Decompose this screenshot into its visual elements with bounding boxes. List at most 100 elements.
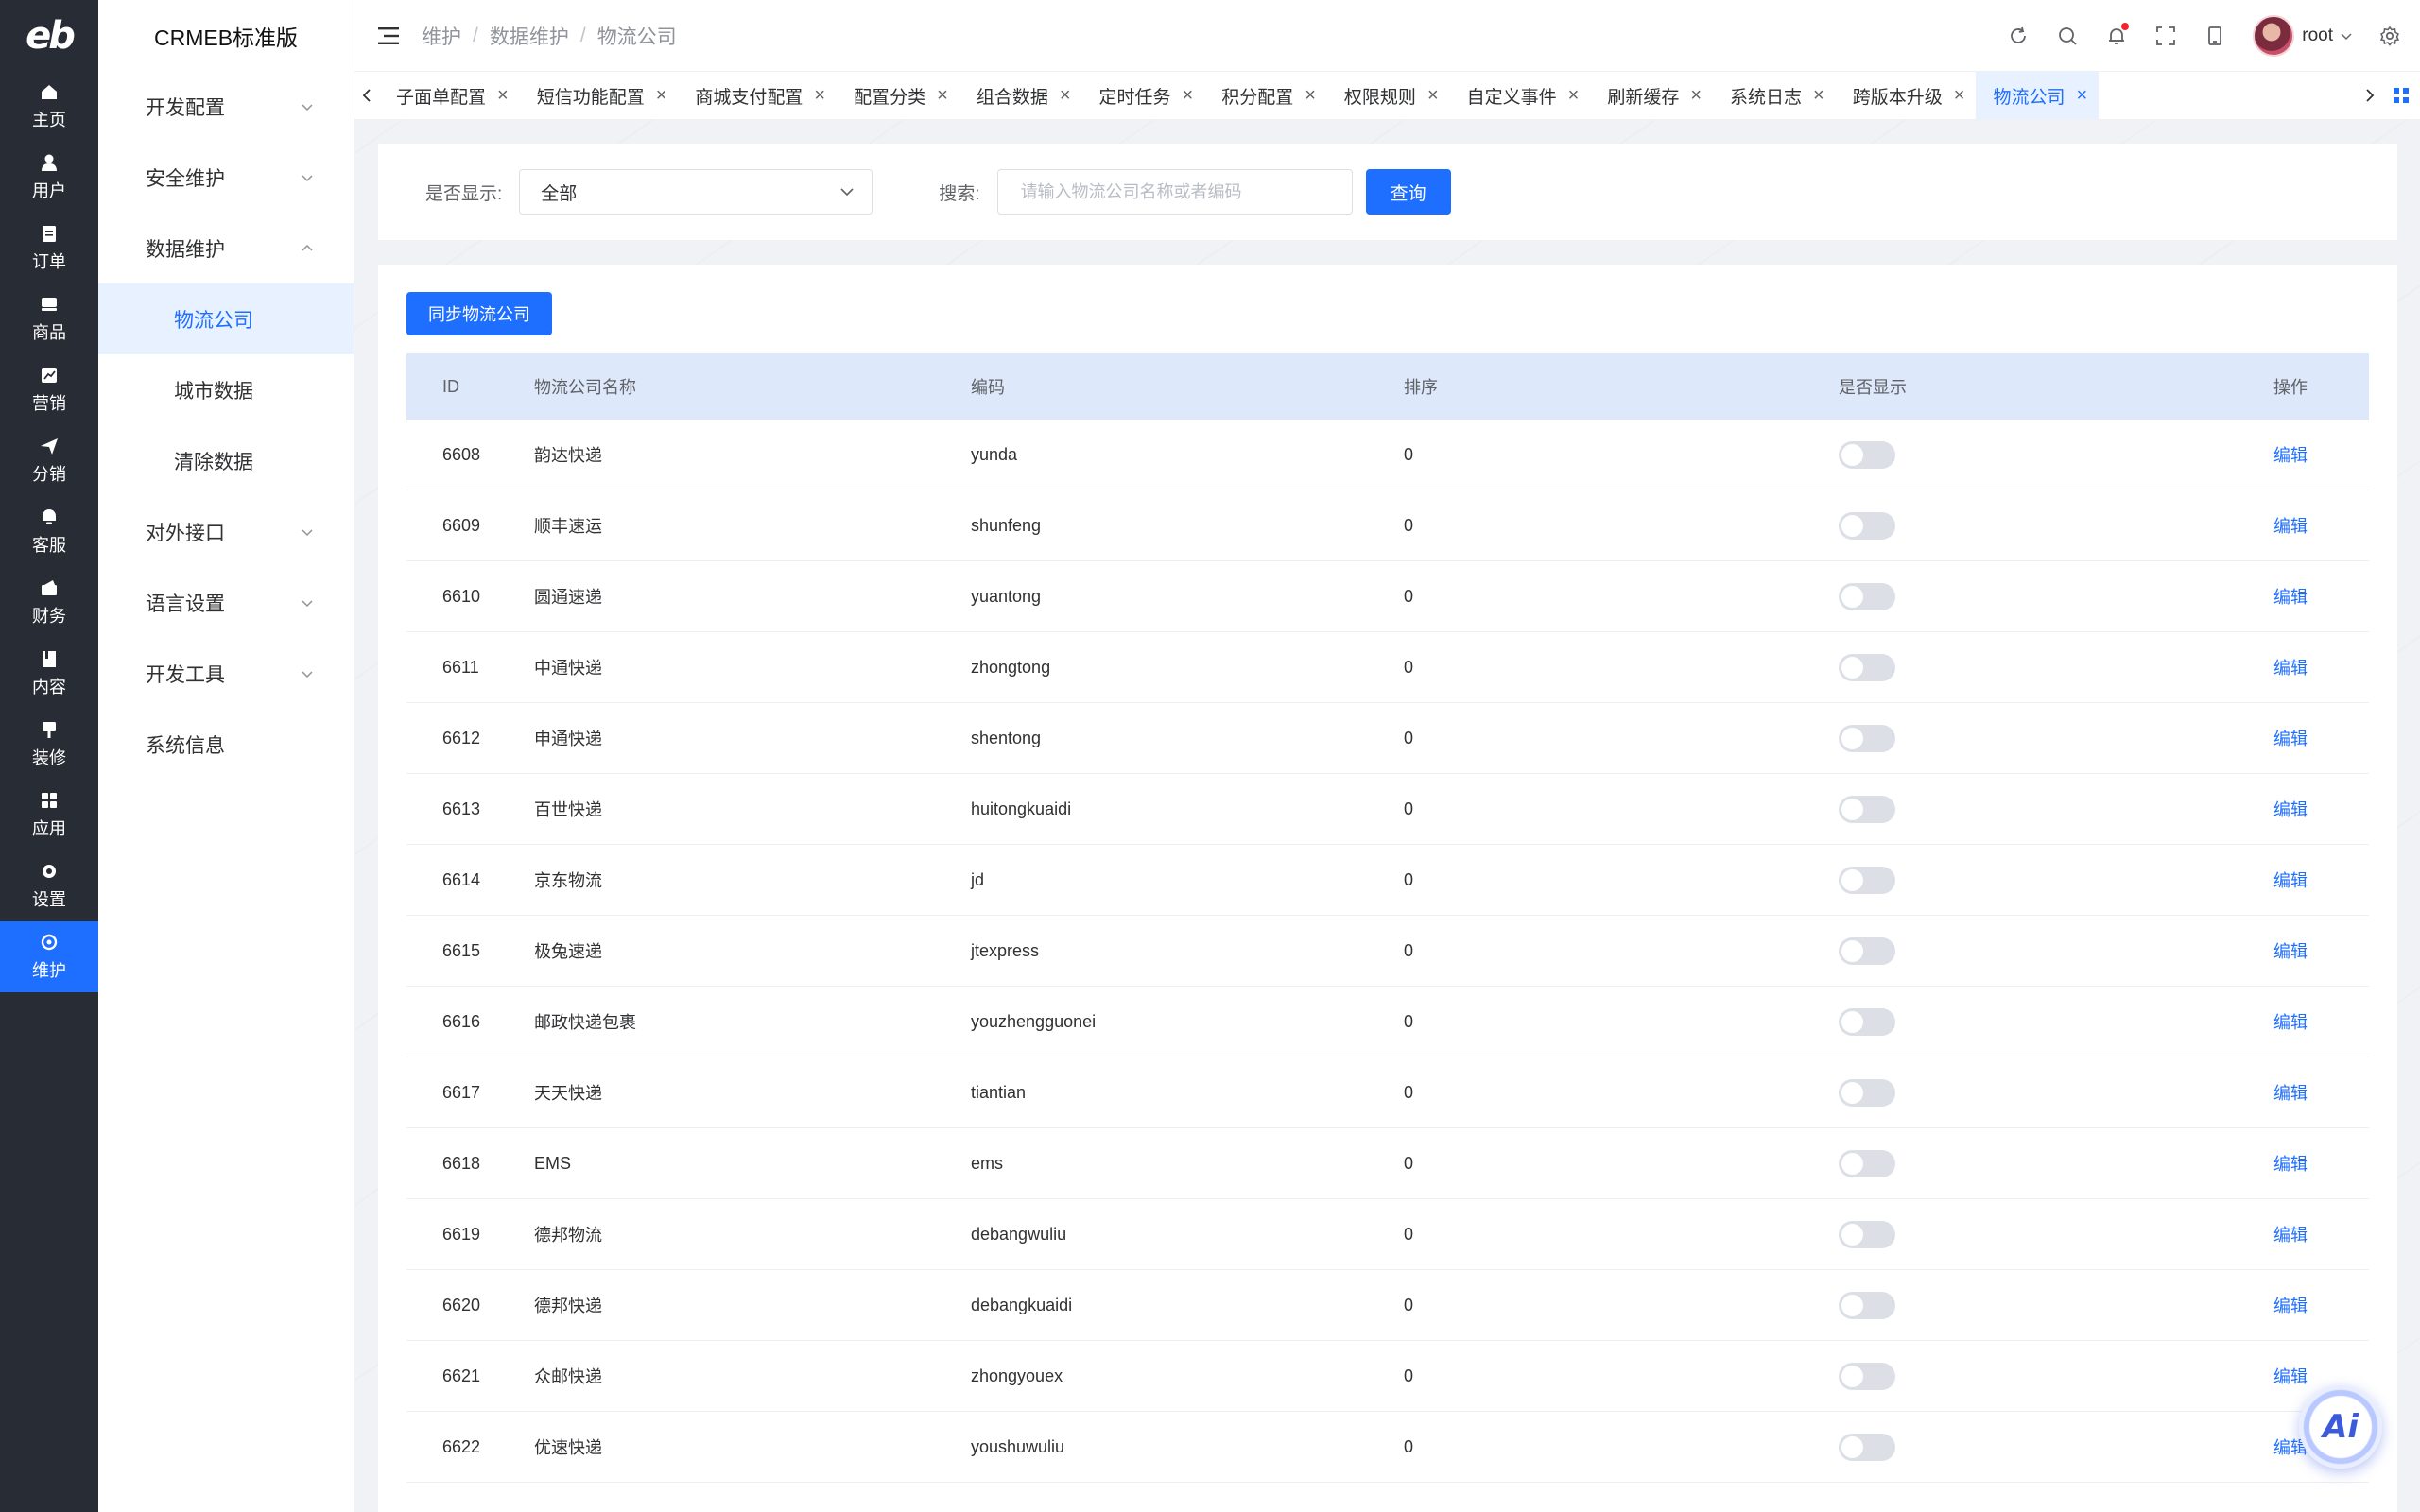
tab-item[interactable]: 子面单配置 × — [379, 72, 520, 119]
submenu-system-info[interactable]: 系统信息 — [98, 709, 354, 780]
close-icon[interactable]: × — [1568, 85, 1580, 107]
show-toggle[interactable] — [1839, 1007, 1895, 1036]
edit-link[interactable]: 编辑 — [2273, 517, 2308, 536]
edit-link[interactable]: 编辑 — [2273, 730, 2308, 748]
menu-toggle-icon[interactable] — [378, 26, 401, 45]
rail-item-decorate[interactable]: 装修 — [0, 709, 98, 780]
show-toggle[interactable] — [1839, 1362, 1895, 1390]
search-icon[interactable] — [2056, 25, 2079, 47]
submenu-logistics-company[interactable]: 物流公司 — [98, 284, 354, 354]
submenu-clear-data[interactable]: 清除数据 — [98, 425, 354, 496]
tab-item[interactable]: 系统日志 × — [1713, 72, 1836, 119]
edit-link[interactable]: 编辑 — [2273, 942, 2308, 961]
show-toggle[interactable] — [1839, 1078, 1895, 1107]
username[interactable]: root — [2302, 26, 2333, 46]
close-icon[interactable]: × — [814, 85, 825, 107]
submenu-dev-tools[interactable]: 开发工具 — [98, 638, 354, 709]
tab-item[interactable]: 刷新缓存 × — [1590, 72, 1713, 119]
edit-link[interactable]: 编辑 — [2273, 659, 2308, 678]
ai-assistant-button[interactable]: Ai — [2299, 1385, 2382, 1469]
fullscreen-icon[interactable] — [2154, 25, 2177, 47]
edit-link[interactable]: 编辑 — [2273, 1013, 2308, 1032]
close-icon[interactable]: × — [1954, 85, 1965, 107]
close-icon[interactable]: × — [2076, 85, 2087, 107]
close-icon[interactable]: × — [1060, 85, 1071, 107]
close-icon[interactable]: × — [656, 85, 667, 107]
show-toggle[interactable] — [1839, 936, 1895, 965]
show-toggle[interactable] — [1839, 1433, 1895, 1461]
tab-item[interactable]: 自定义事件 × — [1450, 72, 1591, 119]
rail-item-maintain[interactable]: 维护 — [0, 921, 98, 992]
rail-item-apps[interactable]: 应用 — [0, 780, 98, 850]
tab-item[interactable]: 物流公司 × — [1976, 72, 2100, 119]
refresh-icon[interactable] — [2007, 25, 2030, 47]
submenu-dev-config[interactable]: 开发配置 — [98, 71, 354, 142]
edit-link[interactable]: 编辑 — [2273, 800, 2308, 819]
close-icon[interactable]: × — [1305, 85, 1316, 107]
edit-link[interactable]: 编辑 — [2273, 1155, 2308, 1174]
show-toggle[interactable] — [1839, 440, 1895, 469]
sync-logistics-button[interactable]: 同步物流公司 — [406, 292, 552, 335]
edit-link[interactable]: 编辑 — [2273, 871, 2308, 890]
tabs-scroll-right-icon[interactable] — [2358, 72, 2382, 119]
rail-item-order[interactable]: 订单 — [0, 213, 98, 284]
edit-link[interactable]: 编辑 — [2273, 588, 2308, 607]
rail-item-settings[interactable]: 设置 — [0, 850, 98, 921]
edit-link[interactable]: 编辑 — [2273, 1297, 2308, 1315]
show-toggle[interactable] — [1839, 1149, 1895, 1177]
show-toggle[interactable] — [1839, 1220, 1895, 1248]
show-toggle[interactable] — [1839, 582, 1895, 610]
submenu-language[interactable]: 语言设置 — [98, 567, 354, 638]
rail-item-marketing[interactable]: 营销 — [0, 354, 98, 425]
show-toggle[interactable] — [1839, 653, 1895, 681]
submenu-data-maintain[interactable]: 数据维护 — [98, 213, 354, 284]
show-toggle[interactable] — [1839, 1291, 1895, 1319]
show-toggle[interactable] — [1839, 866, 1895, 894]
submenu-security[interactable]: 安全维护 — [98, 142, 354, 213]
close-icon[interactable]: × — [1813, 85, 1824, 107]
rail-item-finance[interactable]: 财务 — [0, 567, 98, 638]
edit-link[interactable]: 编辑 — [2273, 1226, 2308, 1245]
rail-item-content[interactable]: 内容 — [0, 638, 98, 709]
tab-item[interactable]: 定时任务 × — [1082, 72, 1205, 119]
tab-item[interactable]: 跨版本升级 × — [1836, 72, 1977, 119]
tab-item[interactable]: 积分配置 × — [1204, 72, 1327, 119]
search-input[interactable] — [996, 169, 1353, 215]
rail-item-user[interactable]: 用户 — [0, 142, 98, 213]
tab-item[interactable]: 商城支付配置 × — [678, 72, 837, 119]
edit-link[interactable]: 编辑 — [2273, 446, 2308, 465]
bell-icon[interactable] — [2105, 22, 2130, 47]
breadcrumb-item[interactable]: 数据维护 — [490, 22, 569, 50]
edit-link[interactable]: 编辑 — [2273, 1084, 2308, 1103]
close-icon[interactable]: × — [497, 85, 509, 107]
submenu-city-data[interactable]: 城市数据 — [98, 354, 354, 425]
tabs-menu-grid-icon[interactable] — [2392, 86, 2411, 105]
show-toggle[interactable] — [1839, 795, 1895, 823]
brand-logo[interactable]: eb — [0, 0, 98, 71]
sub-menu: CRMEB标准版 开发配置 安全维护 数据维护 物流公司 城市数据 清除数据 对… — [98, 0, 354, 1512]
query-button[interactable]: 查询 — [1365, 169, 1451, 215]
tab-item[interactable]: 配置分类 × — [837, 72, 959, 119]
show-filter-select[interactable]: 全部 — [519, 169, 873, 215]
close-icon[interactable]: × — [1427, 85, 1439, 107]
breadcrumb-item[interactable]: 维护 — [422, 22, 461, 50]
show-toggle[interactable] — [1839, 511, 1895, 540]
close-icon[interactable]: × — [1183, 85, 1194, 107]
mobile-icon[interactable] — [2204, 25, 2226, 47]
rail-item-home[interactable]: 主页 — [0, 71, 98, 142]
rail-item-product[interactable]: 商品 — [0, 284, 98, 354]
show-toggle[interactable] — [1839, 724, 1895, 752]
close-icon[interactable]: × — [937, 85, 948, 107]
tab-item[interactable]: 权限规则 × — [1327, 72, 1450, 119]
close-icon[interactable]: × — [1690, 85, 1702, 107]
gear-icon[interactable] — [2378, 25, 2401, 47]
submenu-external-api[interactable]: 对外接口 — [98, 496, 354, 567]
edit-link[interactable]: 编辑 — [2273, 1367, 2308, 1386]
tabs-scroll-left-icon[interactable] — [354, 72, 379, 119]
rail-item-service[interactable]: 客服 — [0, 496, 98, 567]
tab-item[interactable]: 组合数据 × — [959, 72, 1082, 119]
tab-item[interactable]: 短信功能配置 × — [520, 72, 679, 119]
avatar[interactable] — [2253, 14, 2295, 57]
chevron-down-icon[interactable] — [2341, 30, 2352, 42]
rail-item-distribution[interactable]: 分销 — [0, 425, 98, 496]
